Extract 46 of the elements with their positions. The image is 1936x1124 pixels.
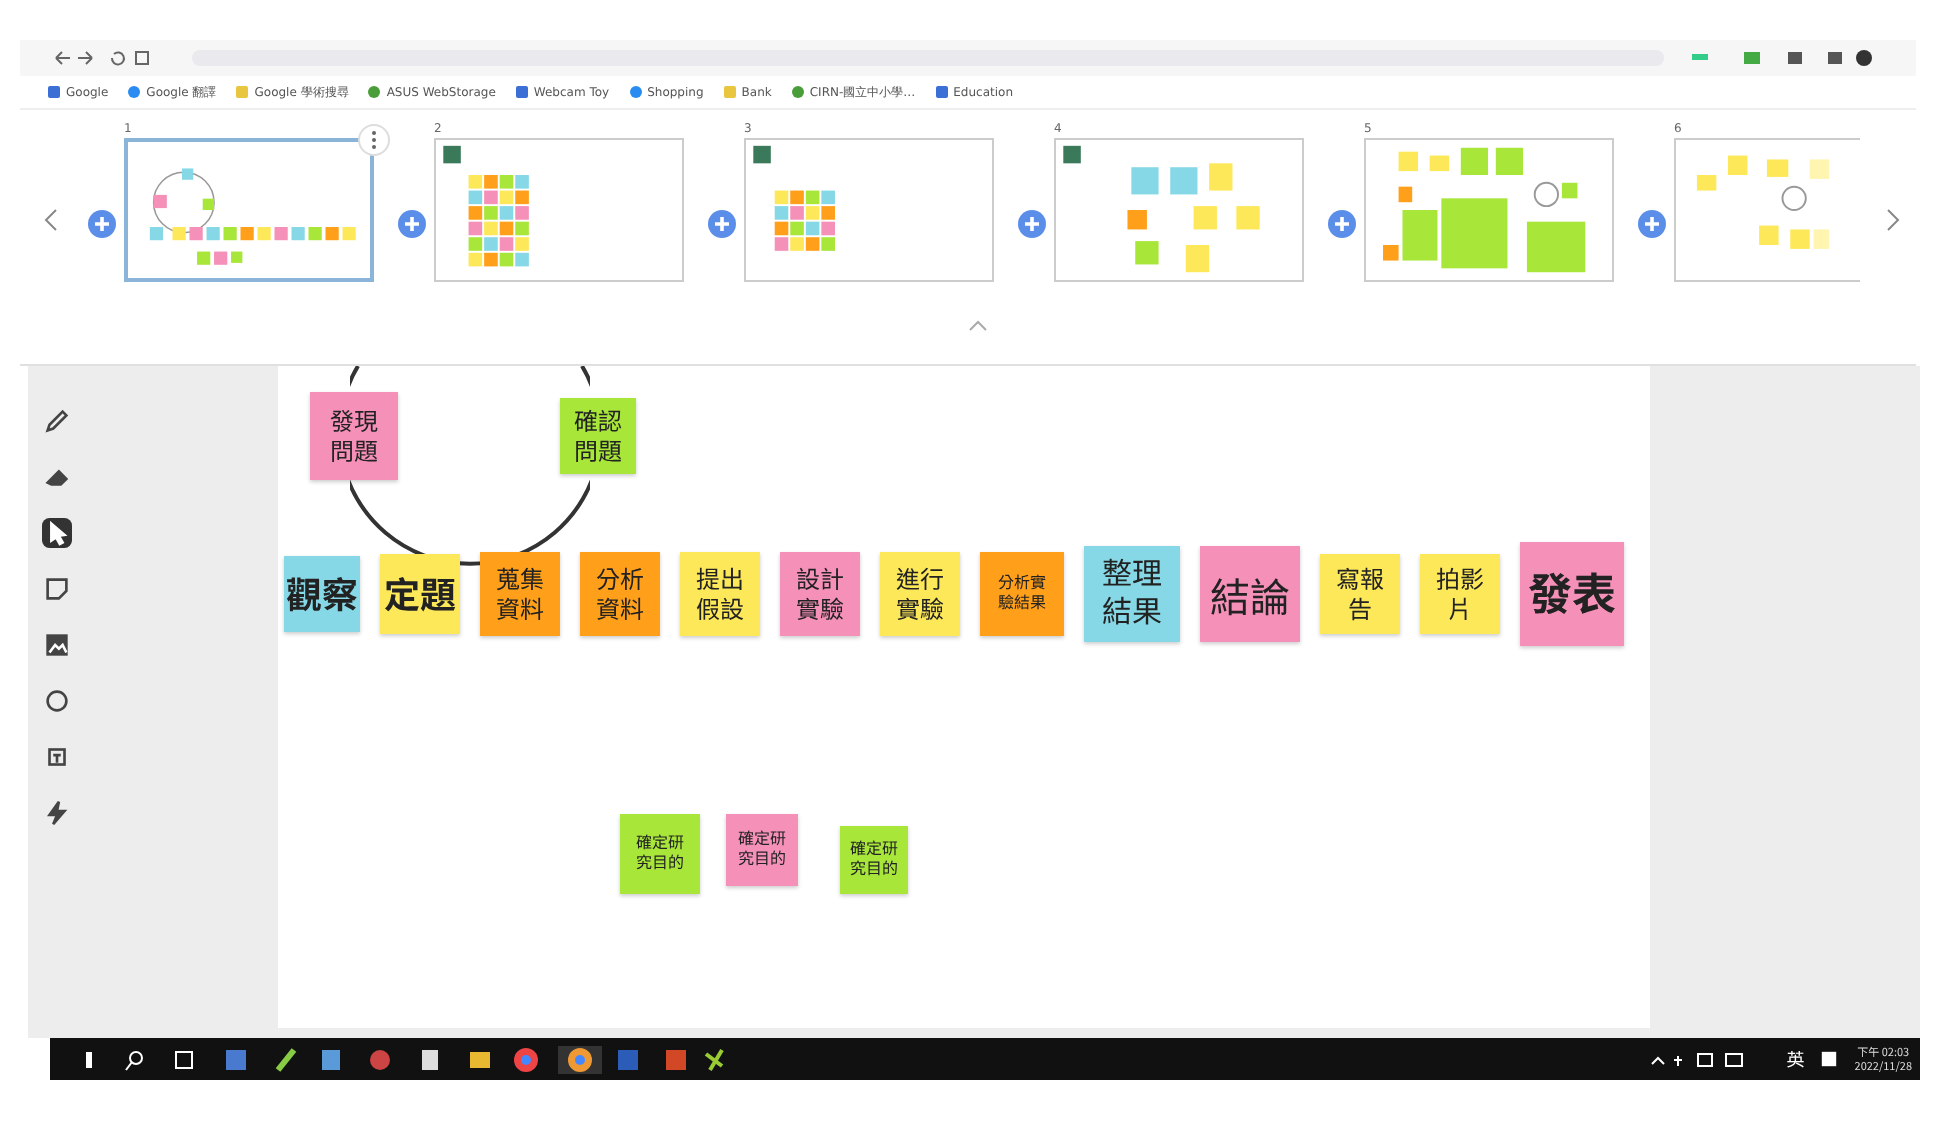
frame-thumbnail[interactable] <box>744 138 994 282</box>
sticky-note-icon[interactable] <box>41 574 71 604</box>
add-frame-icon[interactable] <box>88 210 116 238</box>
sticky-note[interactable]: 確定研究目的 <box>840 826 908 894</box>
sticky-note[interactable]: 發現問題 <box>310 392 398 480</box>
sticky-note[interactable]: 寫報告 <box>1320 554 1400 634</box>
laser-icon[interactable] <box>41 798 71 828</box>
pointer-icon[interactable] <box>41 518 71 548</box>
input-method-indicator[interactable]: 英 <box>1786 1046 1805 1072</box>
sticky-note[interactable]: 確認問題 <box>560 398 636 474</box>
sticky-note[interactable]: 蒐集資料 <box>480 552 560 636</box>
add-frame-icon[interactable] <box>1328 210 1356 238</box>
add-frame-icon[interactable] <box>1638 210 1666 238</box>
frame-thumbnail[interactable] <box>1054 138 1304 282</box>
sticky-note[interactable]: 發表 <box>1520 542 1624 646</box>
thumbnail-drawing <box>1696 155 1830 249</box>
sticky-note[interactable]: 拍影片 <box>1420 554 1500 634</box>
pen-icon[interactable] <box>41 406 71 436</box>
sticky-note[interactable]: 確定研究目的 <box>726 814 798 886</box>
sticky-note[interactable]: 分析實驗結果 <box>980 552 1064 636</box>
chevron-left-icon[interactable] <box>44 208 60 232</box>
frame-thumbnail[interactable] <box>1364 138 1614 282</box>
sticky-note[interactable]: 進行實驗 <box>880 552 960 636</box>
thumbnail-drawing <box>753 145 835 251</box>
notification-icon[interactable] <box>1820 1050 1839 1068</box>
taskbar-app-icons[interactable] <box>86 1045 726 1073</box>
frame-thumbnail[interactable] <box>434 138 684 282</box>
sticky-note[interactable]: 定題 <box>380 554 460 634</box>
add-frame-icon[interactable] <box>398 210 426 238</box>
sticky-note[interactable]: 分析資料 <box>580 552 660 636</box>
frame-thumbnail[interactable] <box>124 138 374 282</box>
sticky-note[interactable]: 整理結果 <box>1084 546 1180 642</box>
more-options-icon[interactable] <box>358 124 390 156</box>
sticky-note[interactable]: 觀察 <box>284 556 360 632</box>
chevron-right-icon[interactable] <box>1884 208 1900 232</box>
sticky-note[interactable]: 確定研究目的 <box>620 814 700 894</box>
image-icon[interactable] <box>41 630 71 660</box>
sticky-note[interactable]: 提出假設 <box>680 552 760 636</box>
thumbnail-drawing <box>443 145 529 267</box>
add-frame-icon[interactable] <box>708 210 736 238</box>
sticky-note[interactable]: 結論 <box>1200 546 1300 642</box>
sticky-note[interactable]: 設計實驗 <box>780 552 860 636</box>
add-frame-icon[interactable] <box>1018 210 1046 238</box>
circle-icon[interactable] <box>41 686 71 716</box>
collapse-icon[interactable] <box>968 320 988 332</box>
frame-thumbnail[interactable] <box>1674 138 1860 282</box>
